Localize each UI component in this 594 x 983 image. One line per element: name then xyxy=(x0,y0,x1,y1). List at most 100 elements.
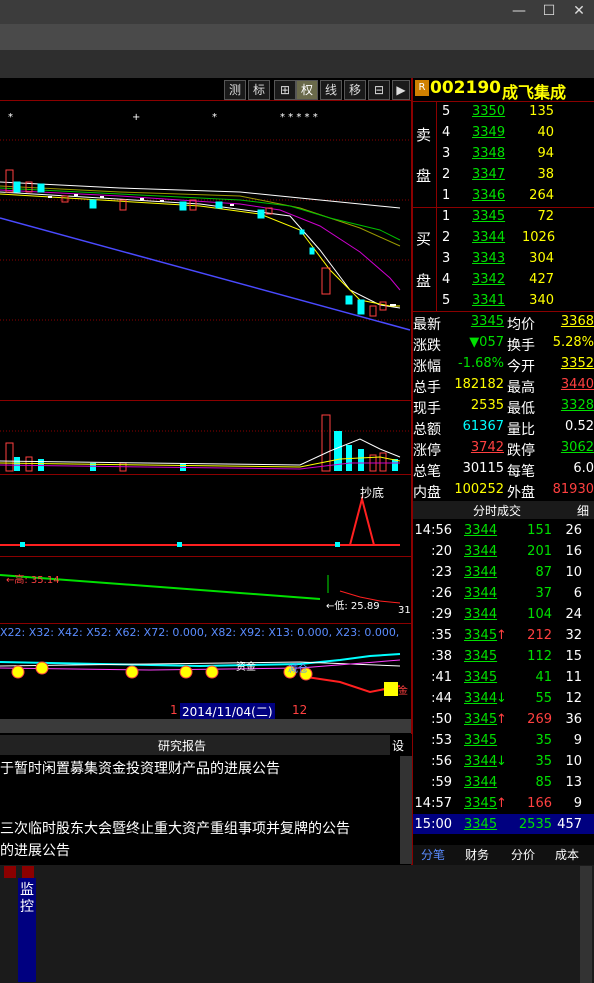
maximize-button[interactable]: ☐ xyxy=(534,0,564,22)
tab-cost[interactable]: 成本 xyxy=(555,846,579,863)
tick-time: :50 xyxy=(431,712,452,727)
tick-price: 3344 xyxy=(464,544,498,559)
bottom-dock xyxy=(0,865,594,983)
sell-price[interactable]: 3350 xyxy=(472,104,505,119)
tick-price: 3344 xyxy=(464,586,498,601)
monitor-tab[interactable]: 监控 xyxy=(18,878,36,982)
buy-price[interactable]: 3342 xyxy=(472,272,505,287)
minimize-button[interactable]: — xyxy=(504,0,534,22)
sell-price[interactable]: 3346 xyxy=(472,188,505,203)
ticks-title: 分时成交 xyxy=(473,504,522,518)
stat-label: 涨跌 xyxy=(413,338,441,354)
stat-label: 涨幅 xyxy=(413,359,441,375)
signal-chart[interactable]: 抄底 xyxy=(0,475,411,555)
news-item[interactable]: 的进展公告 xyxy=(0,840,392,860)
trend-chart[interactable]: ←高: 35.14 ←低: 25.89 31 xyxy=(0,557,411,622)
stat-value: 3742 xyxy=(470,440,504,455)
sell-volume: 264 xyxy=(529,188,554,203)
buy-price[interactable]: 3343 xyxy=(472,251,505,266)
tick-count: 9 xyxy=(573,796,582,811)
tick-volume: 112 xyxy=(527,649,552,664)
measure-button[interactable]: 测 xyxy=(224,80,246,100)
stat-label: 每笔 xyxy=(507,464,535,480)
news-item[interactable]: 于暂时闲置募集资金投资理财产品的进展公告 xyxy=(0,758,392,778)
tick-price: 3344 xyxy=(464,775,498,790)
axis-mark-right: 12 xyxy=(292,703,308,717)
title-bar: — ☐ ✕ xyxy=(0,0,594,24)
sell-label: 卖 xyxy=(416,126,432,144)
date-label: 2014/11/04(二) xyxy=(180,703,275,720)
buy-level: 1 xyxy=(442,209,451,224)
stat-value: ▼057 xyxy=(469,335,504,350)
buy-price[interactable]: 3345 xyxy=(472,209,505,224)
sell-volume: 40 xyxy=(537,125,554,140)
tick-arrow-icon: ↓ xyxy=(496,691,507,706)
stat-value: 3345 xyxy=(470,314,504,329)
window-icon[interactable]: ⊟ xyxy=(368,80,390,100)
line-button[interactable]: 线 xyxy=(320,80,342,100)
buy-price[interactable]: 3344 xyxy=(472,230,505,245)
news-settings-button[interactable]: 设 xyxy=(392,737,404,754)
buy-price[interactable]: 3341 xyxy=(472,293,505,308)
stat-value: 2535 xyxy=(470,398,504,413)
tick-volume: 35 xyxy=(535,733,552,748)
signal-label: 抄底 xyxy=(360,485,384,500)
tick-time: 15:00 xyxy=(414,817,452,832)
buy-level: 3 xyxy=(442,251,451,266)
dock-close-icon[interactable] xyxy=(4,866,16,878)
stat-value: 6.0 xyxy=(573,461,594,476)
sell-volume: 135 xyxy=(529,104,554,119)
tick-time: :44 xyxy=(431,691,452,706)
dock-scrollbar[interactable] xyxy=(580,866,592,983)
tab-price-distribution[interactable]: 分价 xyxy=(511,846,535,863)
volume-chart[interactable] xyxy=(0,401,411,473)
tick-price: 3345 xyxy=(464,817,498,832)
tick-volume: 37 xyxy=(535,586,552,601)
stat-label: 总额 xyxy=(413,422,441,438)
grid-icon[interactable]: ⊞ xyxy=(274,80,296,100)
news-item[interactable]: 三次临时股东大会暨终止重大资产重组事项并复牌的公告 xyxy=(0,818,392,838)
stat-label: 总笔 xyxy=(413,464,441,480)
tick-time: :20 xyxy=(431,544,452,559)
tick-count: 24 xyxy=(565,607,582,622)
ticks-detail-button[interactable]: 细 xyxy=(577,502,589,519)
stat-value: 81930 xyxy=(552,482,594,497)
news-title: 研究报告 xyxy=(158,739,207,753)
close-button[interactable]: ✕ xyxy=(564,0,594,22)
stat-label: 外盘 xyxy=(507,485,535,501)
svg-text:+: + xyxy=(132,112,140,123)
badge: R xyxy=(415,80,429,96)
tick-count: 10 xyxy=(565,754,582,769)
rights-button[interactable]: 权 xyxy=(296,80,318,100)
sell-price[interactable]: 3348 xyxy=(472,146,505,161)
indicator-values: X22: X32: X42: X52: X62: X72: 0.000, X82… xyxy=(0,626,400,639)
stat-value: 3062 xyxy=(560,440,594,455)
stat-label: 最高 xyxy=(507,380,535,396)
tab-ticks[interactable]: 分笔 xyxy=(421,846,445,863)
tick-time: :38 xyxy=(431,649,452,664)
dock-pin-icon[interactable] xyxy=(22,866,34,878)
horizontal-scrollbar[interactable] xyxy=(0,719,411,733)
indicator-chart[interactable]: 资金 减仓 金 xyxy=(0,642,411,702)
stat-label: 内盘 xyxy=(413,485,441,501)
stat-label: 跌停 xyxy=(507,443,535,459)
sell-price[interactable]: 3349 xyxy=(472,125,505,140)
stat-label: 量比 xyxy=(507,422,535,438)
sell-price[interactable]: 3347 xyxy=(472,167,505,182)
play-icon[interactable]: ▶ xyxy=(392,80,410,100)
candlestick-chart[interactable]: * + * * * * * * xyxy=(0,100,411,400)
tick-arrow-icon: ↓ xyxy=(496,754,507,769)
stock-name: 成飞集成 xyxy=(502,83,567,102)
tick-count: 9 xyxy=(573,733,582,748)
tick-volume: 55 xyxy=(535,691,552,706)
tab-finance[interactable]: 财务 xyxy=(465,846,489,863)
news-scrollbar[interactable] xyxy=(400,756,412,864)
tick-price: 3345 xyxy=(464,796,498,811)
svg-text:*: * xyxy=(212,112,217,123)
tick-volume: 87 xyxy=(535,565,552,580)
tick-time: :53 xyxy=(431,733,452,748)
mark-button[interactable]: 标 xyxy=(248,80,270,100)
tick-time: 14:57 xyxy=(414,796,452,811)
move-button[interactable]: 移 xyxy=(344,80,366,100)
monitor-label: 监控 xyxy=(20,882,34,915)
